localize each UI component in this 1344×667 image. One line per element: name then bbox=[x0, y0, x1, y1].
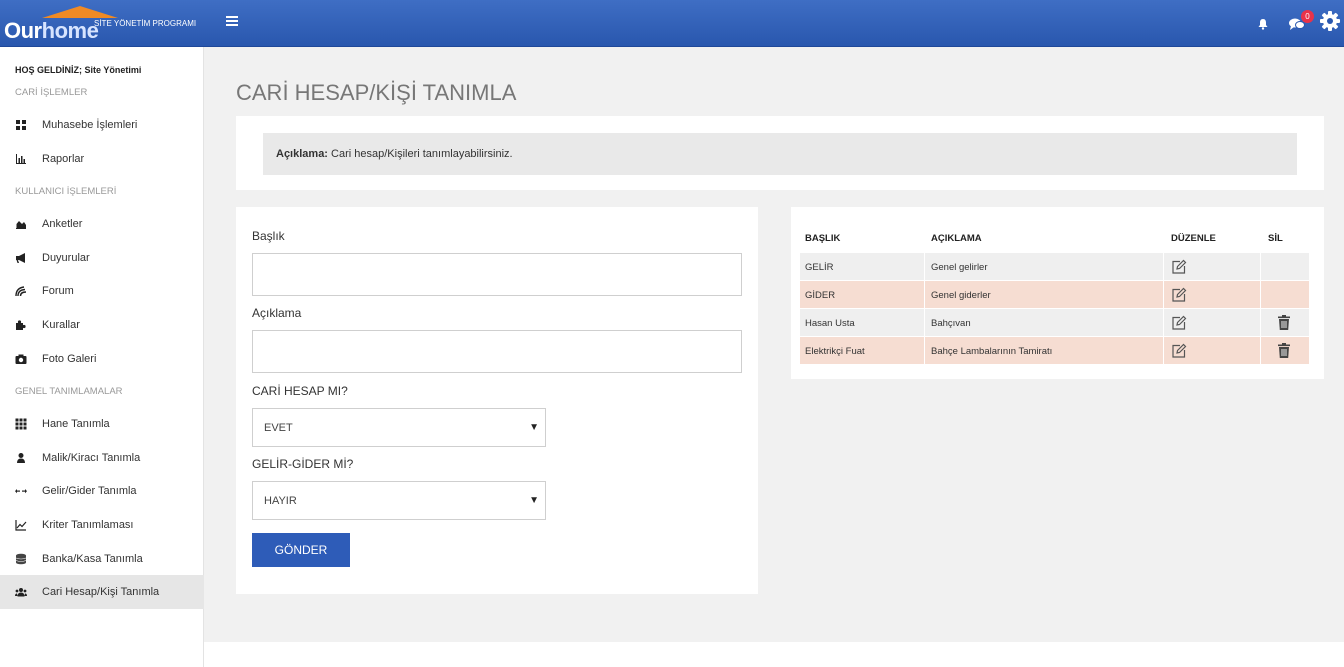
column-header-sil: SİL bbox=[1268, 233, 1283, 244]
trash-icon[interactable] bbox=[1278, 343, 1290, 358]
sidebar-item-label: Muhasebe İşlemleri bbox=[42, 119, 138, 131]
title-input[interactable] bbox=[252, 253, 742, 296]
table-row: GİDER Genel giderler bbox=[800, 281, 1309, 308]
description-value: Cari hesap/Kişileri tanımlayabilirsiniz. bbox=[327, 148, 513, 160]
description-panel: Açıklama: Cari hesap/Kişileri tanımlayab… bbox=[236, 116, 1324, 190]
forum-icon bbox=[15, 286, 27, 297]
dashboard-icon bbox=[16, 120, 26, 130]
section-kullanici-islemleri: KULLANICI İŞLEMLERİ bbox=[15, 186, 117, 197]
sidebar-item-label: Forum bbox=[42, 285, 74, 297]
section-cari-islemler: CARİ İŞLEMLER bbox=[15, 87, 88, 98]
form-panel: Başlık Açıklama CARİ HESAP MI? EVET ▼ GE… bbox=[236, 207, 758, 594]
ourhome-logo[interactable]: Ourhome SİTE YÖNETİM PROGRAMI bbox=[4, 3, 204, 45]
sidebar-item-label: Kurallar bbox=[42, 319, 80, 331]
bar-chart-icon bbox=[16, 154, 26, 164]
cari-hesap-selected-value: EVET bbox=[264, 422, 293, 434]
notification-badge: 0 bbox=[1301, 10, 1314, 23]
welcome-text: HOŞ GELDİNİZ; Site Yönetimi bbox=[15, 65, 142, 75]
sidebar-item-anketler[interactable]: Anketler bbox=[0, 207, 204, 241]
sidebar-item-kriter[interactable]: Kriter Tanımlaması bbox=[0, 508, 204, 542]
puzzle-icon bbox=[16, 320, 26, 330]
page-title: CARİ HESAP/KİŞİ TANIMLA bbox=[236, 80, 517, 105]
line-chart-icon bbox=[15, 520, 27, 531]
table-row: Hasan Usta Bahçıvan bbox=[800, 309, 1309, 336]
gelir-gider-label: GELİR-GİDER Mİ? bbox=[252, 457, 354, 471]
row-title: GELİR bbox=[805, 262, 834, 273]
description-field-label: Açıklama bbox=[252, 306, 302, 320]
user-icon bbox=[17, 453, 25, 463]
sidebar-item-label: Raporlar bbox=[42, 153, 85, 165]
sidebar-item-label: Malik/Kiracı Tanımla bbox=[42, 452, 141, 464]
submit-button[interactable]: GÖNDER bbox=[252, 533, 350, 567]
cari-hesap-select[interactable]: EVET ▼ bbox=[252, 408, 546, 447]
sidebar-item-gelir-gider[interactable]: Gelir/Gider Tanımla bbox=[0, 474, 204, 508]
sidebar-item-label: Duyurular bbox=[42, 252, 90, 264]
cari-hesap-label: CARİ HESAP MI? bbox=[252, 384, 348, 398]
edit-icon[interactable] bbox=[1171, 343, 1187, 359]
page-footer bbox=[204, 642, 1344, 667]
sidebar-item-duyurular[interactable]: Duyurular bbox=[0, 241, 204, 275]
grid-icon bbox=[15, 418, 27, 430]
trash-icon[interactable] bbox=[1278, 315, 1290, 330]
sidebar-item-label: Banka/Kasa Tanımla bbox=[42, 553, 143, 565]
sidebar-item-hane-tanimla[interactable]: Hane Tanımla bbox=[0, 407, 204, 441]
description-text: Açıklama: Cari hesap/Kişileri tanımlayab… bbox=[276, 148, 513, 160]
column-header-duzenle: DÜZENLE bbox=[1171, 233, 1216, 244]
sidebar-item-label: Foto Galeri bbox=[42, 353, 97, 365]
description-label: Açıklama: bbox=[276, 148, 328, 160]
sidebar-item-foto-galeri[interactable]: Foto Galeri bbox=[0, 342, 204, 376]
edit-icon[interactable] bbox=[1171, 287, 1187, 303]
row-description: Bahçıvan bbox=[931, 318, 971, 329]
sidebar-item-malik-kiraci[interactable]: Malik/Kiracı Tanımla bbox=[0, 441, 204, 475]
sidebar-item-cari-hesap[interactable]: Cari Hesap/Kişi Tanımla bbox=[0, 575, 204, 609]
gear-icon[interactable] bbox=[1320, 11, 1340, 31]
logo-text-home: home bbox=[41, 18, 99, 43]
menu-toggle-icon[interactable] bbox=[226, 16, 238, 28]
title-field-label: Başlık bbox=[252, 229, 285, 243]
sidebar-item-label: Kriter Tanımlaması bbox=[42, 519, 134, 531]
caret-down-icon: ▼ bbox=[529, 495, 539, 506]
table-row: GELİR Genel gelirler bbox=[800, 253, 1309, 280]
row-description: Bahçe Lambalarının Tamiratı bbox=[931, 346, 1053, 357]
database-icon bbox=[15, 553, 27, 565]
edit-icon[interactable] bbox=[1171, 259, 1187, 275]
sidebar-item-raporlar[interactable]: Raporlar bbox=[0, 142, 204, 176]
sidebar: HOŞ GELDİNİZ; Site Yönetimi CARİ İŞLEMLE… bbox=[0, 47, 204, 667]
section-genel-tanimlamalar: GENEL TANIMLAMALAR bbox=[15, 386, 123, 397]
logo-roof-shape bbox=[42, 6, 118, 18]
area-chart-icon bbox=[16, 221, 26, 229]
row-title: Elektrikçi Fuat bbox=[805, 346, 865, 357]
sidebar-item-banka-kasa[interactable]: Banka/Kasa Tanımla bbox=[0, 542, 204, 576]
sidebar-item-muhasebe[interactable]: Muhasebe İşlemleri bbox=[0, 108, 204, 142]
sidebar-item-forum[interactable]: Forum bbox=[0, 274, 204, 308]
sidebar-item-label: Cari Hesap/Kişi Tanımla bbox=[42, 586, 160, 598]
exchange-icon bbox=[15, 489, 27, 494]
table-row: Elektrikçi Fuat Bahçe Lambalarının Tamir… bbox=[800, 337, 1309, 364]
users-icon bbox=[15, 588, 27, 597]
megaphone-icon bbox=[16, 253, 25, 263]
edit-icon[interactable] bbox=[1171, 315, 1187, 331]
row-description: Genel gelirler bbox=[931, 262, 988, 273]
accounts-table: BAŞLIK AÇIKLAMA DÜZENLE SİL GELİR Genel … bbox=[791, 207, 1324, 379]
camera-icon bbox=[15, 354, 27, 364]
bell-icon[interactable] bbox=[1257, 18, 1269, 30]
row-description: Genel giderler bbox=[931, 290, 991, 301]
sidebar-item-kurallar[interactable]: Kurallar bbox=[0, 308, 204, 342]
description-box: Açıklama: Cari hesap/Kişileri tanımlayab… bbox=[263, 133, 1297, 175]
top-navbar: Ourhome SİTE YÖNETİM PROGRAMI 0 bbox=[0, 0, 1344, 47]
description-input[interactable] bbox=[252, 330, 742, 373]
logo-subtitle: SİTE YÖNETİM PROGRAMI bbox=[94, 19, 197, 28]
column-header-baslik: BAŞLIK bbox=[805, 233, 841, 244]
row-title: GİDER bbox=[805, 290, 836, 301]
logo-text-our: Our bbox=[4, 18, 42, 43]
gelir-gider-select[interactable]: HAYIR ▼ bbox=[252, 481, 546, 520]
sidebar-item-label: Hane Tanımla bbox=[42, 418, 110, 430]
gelir-gider-selected-value: HAYIR bbox=[264, 495, 297, 507]
sidebar-item-label: Gelir/Gider Tanımla bbox=[42, 485, 137, 497]
sidebar-item-label: Anketler bbox=[42, 218, 83, 230]
caret-down-icon: ▼ bbox=[529, 422, 539, 433]
row-title: Hasan Usta bbox=[805, 318, 855, 329]
column-header-aciklama: AÇIKLAMA bbox=[931, 233, 982, 244]
